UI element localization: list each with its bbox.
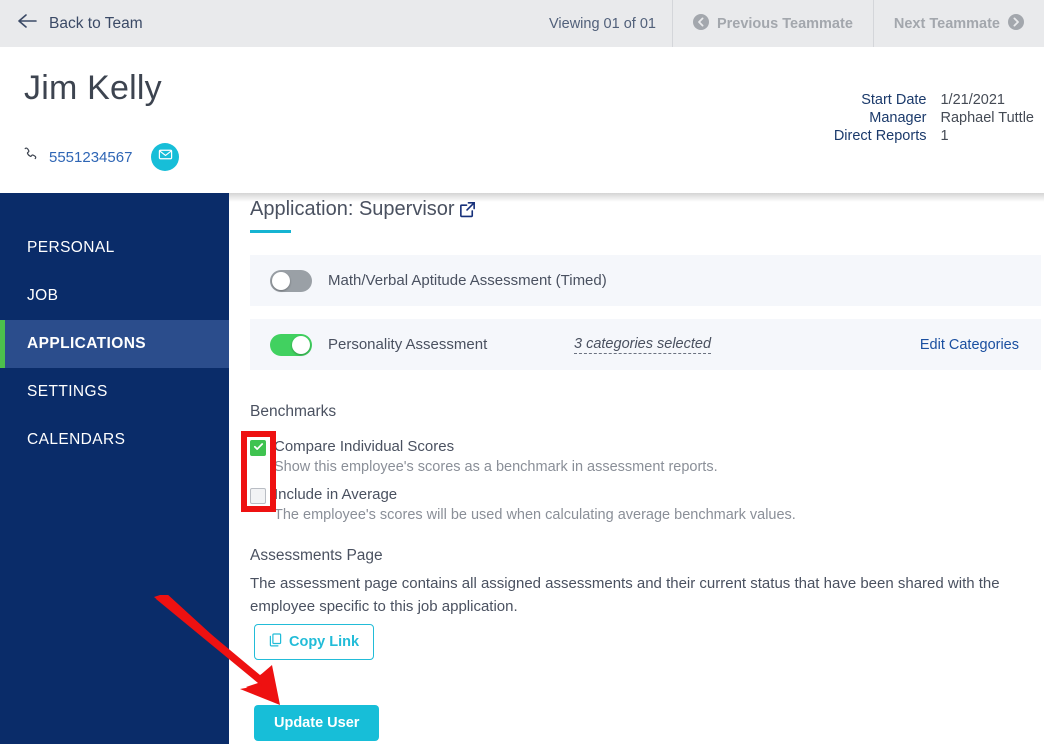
toggle-knob: [292, 335, 310, 354]
checkbox-row: Compare Individual Scores Show this empl…: [250, 437, 718, 478]
main-content-panel: Application: Supervisor Math/Verbal Apti…: [229, 193, 1044, 744]
sidebar-item-label: CALENDARS: [27, 431, 126, 448]
benchmarks-heading: Benchmarks: [250, 403, 337, 420]
next-teammate-label: Next Teammate: [893, 15, 1000, 32]
copy-link-button[interactable]: Copy Link: [254, 624, 375, 660]
toggle-knob: [272, 271, 290, 290]
checkbox-description: The employee's scores will be used when …: [274, 507, 796, 524]
sidebar-item-personal[interactable]: PERSONAL: [0, 224, 229, 272]
sidebar-item-calendars[interactable]: CALENDARS: [0, 416, 229, 464]
person-header: Jim Kelly 5551234567 Start Date 1/21/202…: [0, 47, 1044, 193]
benchmark-option-compare-scores: Compare Individual Scores Show this empl…: [250, 437, 718, 478]
meta-value: 1/21/2021: [940, 92, 1005, 108]
assessment-row-personality: Personality Assessment 3 categories sele…: [250, 319, 1041, 370]
sidebar-item-label: APPLICATIONS: [27, 335, 147, 352]
person-meta-table: Start Date 1/21/2021 Manager Raphael Tut…: [834, 91, 1034, 145]
top-navigation-bar: Back to Team Viewing 01 of 01 Previous T…: [0, 0, 1044, 47]
sidebar-item-label: JOB: [27, 287, 59, 304]
sidebar-item-job[interactable]: JOB: [0, 272, 229, 320]
application-title: Application: Supervisor: [250, 198, 477, 221]
section-header: Application: Supervisor: [250, 198, 477, 233]
assessment-label: Math/Verbal Aptitude Assessment (Timed): [328, 272, 607, 289]
meta-label: Manager: [869, 110, 927, 126]
arrow-left-icon: [18, 14, 37, 33]
compare-individual-scores-checkbox[interactable]: [250, 440, 266, 456]
sidebar-item-label: PERSONAL: [27, 239, 115, 256]
checkbox-title: Compare Individual Scores: [274, 438, 455, 455]
check-icon: [253, 439, 264, 457]
edit-categories-link[interactable]: Edit Categories: [920, 337, 1019, 353]
previous-teammate-button[interactable]: Previous Teammate: [671, 0, 873, 47]
email-button[interactable]: [151, 143, 180, 171]
assessment-toggle-math-verbal[interactable]: [270, 269, 312, 292]
sidebar-item-applications[interactable]: APPLICATIONS: [0, 320, 229, 368]
contact-row: 5551234567: [22, 143, 180, 171]
sidebar-navigation: PERSONAL JOB APPLICATIONS SETTINGS CALEN…: [0, 193, 229, 744]
back-to-team-label: Back to Team: [49, 14, 143, 32]
meta-row: Direct Reports 1: [834, 127, 1034, 145]
viewing-count-label: Viewing 01 of 01: [549, 15, 656, 32]
meta-row: Start Date 1/21/2021: [834, 91, 1034, 109]
include-in-average-checkbox[interactable]: [250, 488, 266, 504]
assessment-row-math-verbal: Math/Verbal Aptitude Assessment (Timed): [250, 255, 1041, 306]
previous-teammate-label: Previous Teammate: [716, 15, 853, 32]
categories-selected-link[interactable]: 3 categories selected: [574, 336, 712, 354]
checkbox-text: Include in Average The employee's scores…: [274, 485, 796, 526]
chevron-circle-right-icon: [1008, 13, 1024, 34]
external-link-icon[interactable]: [458, 200, 477, 219]
meta-label: Start Date: [861, 92, 927, 108]
chevron-circle-left-icon: [692, 13, 709, 34]
assessments-page-description: The assessment page contains all assigne…: [250, 575, 1000, 616]
next-teammate-button[interactable]: Next Teammate: [872, 0, 1044, 47]
phone-icon: [22, 146, 39, 168]
sidebar-item-label: SETTINGS: [27, 383, 108, 400]
copy-link-label: Copy Link: [289, 634, 360, 650]
checkbox-title: Include in Average: [274, 486, 398, 503]
meta-label: Direct Reports: [833, 128, 927, 144]
update-user-label: Update User: [274, 715, 360, 731]
phone-number-link[interactable]: 5551234567: [49, 149, 132, 166]
assessment-label: Personality Assessment: [328, 336, 488, 353]
sidebar-item-settings[interactable]: SETTINGS: [0, 368, 229, 416]
copy-icon: [269, 633, 282, 651]
checkbox-row: Include in Average The employee's scores…: [250, 485, 796, 526]
page-title: Jim Kelly: [24, 69, 162, 107]
benchmark-option-include-average: Include in Average The employee's scores…: [250, 485, 796, 526]
meta-value: Raphael Tuttle: [940, 110, 1034, 126]
update-user-button[interactable]: Update User: [254, 705, 380, 741]
application-title-label: Application: Supervisor: [250, 198, 455, 220]
assessment-toggle-personality[interactable]: [270, 333, 312, 356]
meta-value: 1: [940, 128, 949, 144]
title-underline: [250, 230, 291, 233]
checkbox-text: Compare Individual Scores Show this empl…: [274, 437, 718, 478]
back-to-team-button[interactable]: Back to Team: [0, 0, 161, 47]
checkbox-description: Show this employee's scores as a benchma…: [274, 459, 718, 476]
assessments-page-heading: Assessments Page: [250, 547, 383, 564]
envelope-icon: [158, 147, 173, 167]
meta-row: Manager Raphael Tuttle: [834, 109, 1034, 127]
